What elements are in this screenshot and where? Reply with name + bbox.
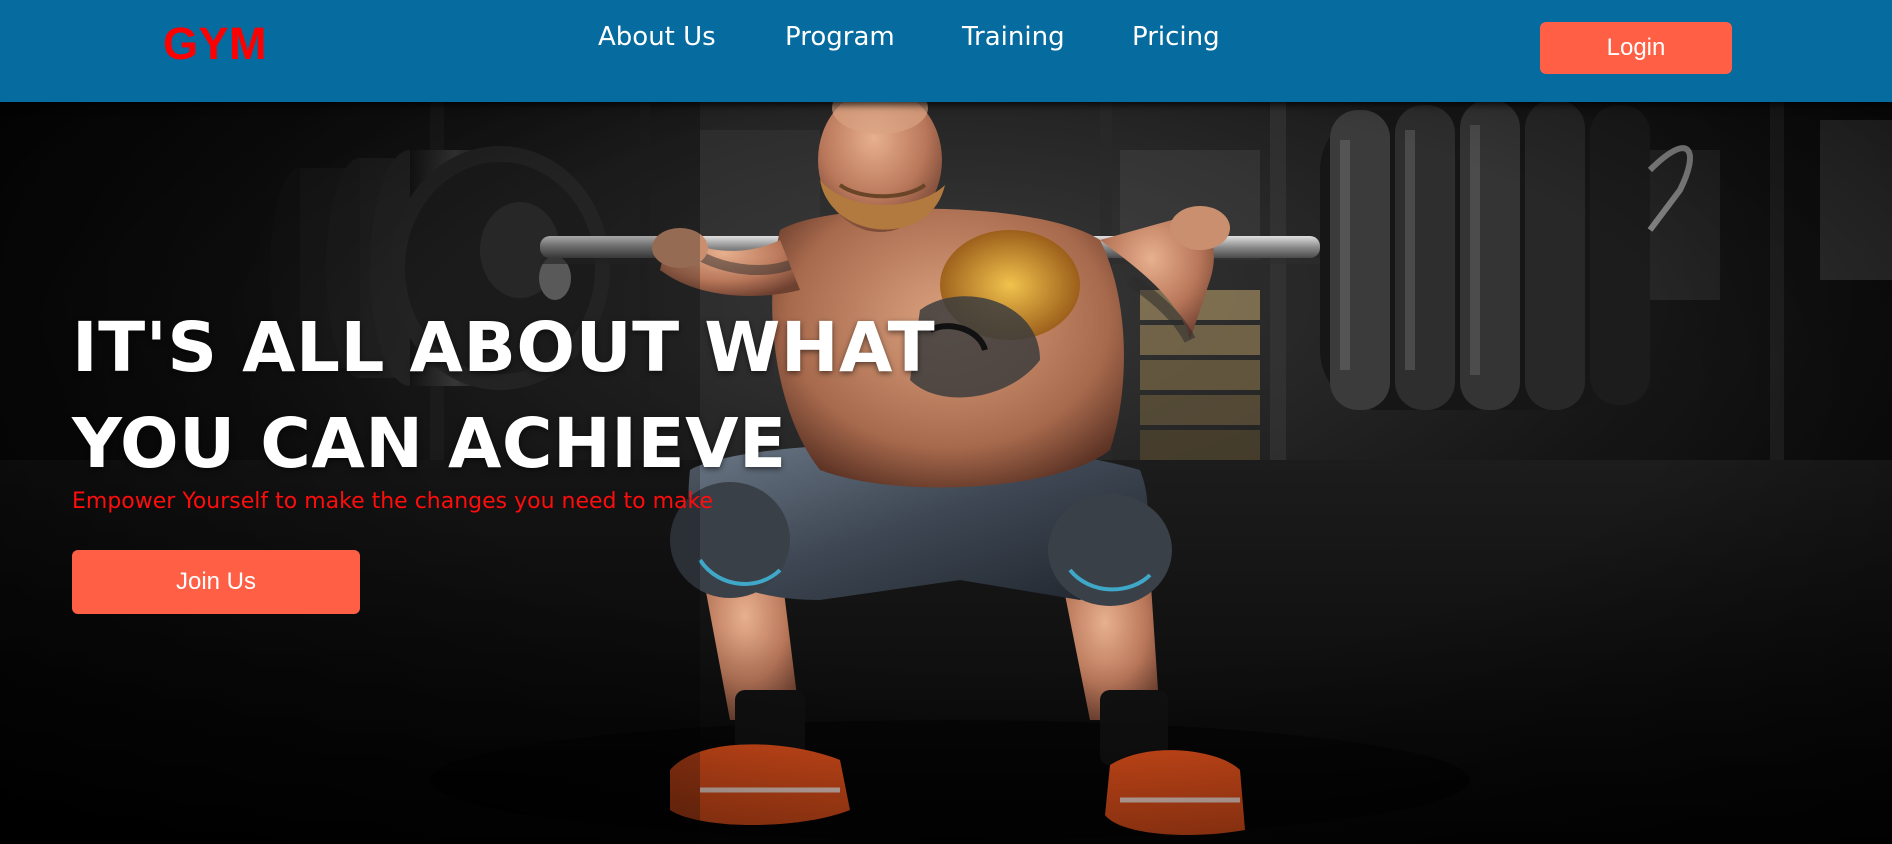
nav-link-program[interactable]: Program (785, 22, 895, 52)
nav-link-about-us[interactable]: About Us (598, 22, 716, 52)
brand-logo[interactable]: GYM (163, 18, 267, 70)
hero-title: IT'S ALL ABOUT WHAT YOU CAN ACHIEVE (72, 300, 935, 492)
hero-subtitle: Empower Yourself to make the changes you… (72, 489, 713, 514)
navbar: GYM About Us Program Training Pricing Lo… (0, 0, 1892, 102)
page: GYM About Us Program Training Pricing Lo… (0, 0, 1892, 844)
login-button[interactable]: Login (1540, 22, 1732, 74)
nav-link-training[interactable]: Training (962, 22, 1065, 52)
nav-link-pricing[interactable]: Pricing (1132, 22, 1220, 52)
join-us-button[interactable]: Join Us (72, 550, 360, 614)
hero-title-line-2: YOU CAN ACHIEVE (72, 404, 787, 484)
hero-title-line-1: IT'S ALL ABOUT WHAT (72, 308, 936, 388)
